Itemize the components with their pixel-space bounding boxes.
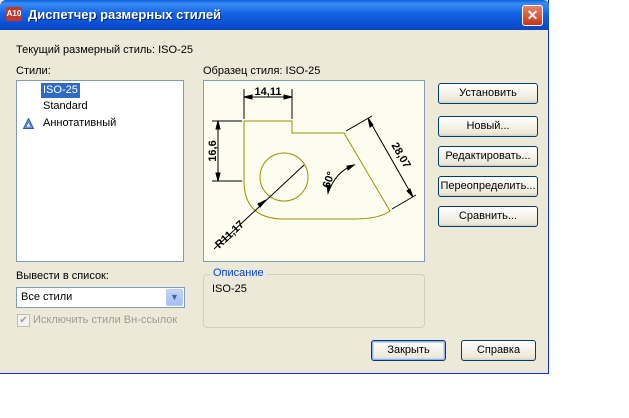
current-style-label: Текущий размерный стиль: ISO-25 <box>16 44 193 56</box>
style-item-label: Standard <box>43 100 88 112</box>
autocad-app-icon: A10 <box>6 7 22 21</box>
style-item-annotative[interactable]: Аннотативный <box>17 116 183 131</box>
close-button[interactable]: Закрыть <box>371 340 446 361</box>
part-hole <box>259 152 309 202</box>
style-item-label: Аннотативный <box>43 117 117 129</box>
dim-right-text: 28,07 <box>389 141 413 171</box>
override-button[interactable]: Переопределить... <box>438 176 538 197</box>
modify-button[interactable]: Редактировать... <box>438 146 538 167</box>
description-text: ISO-25 <box>212 283 247 295</box>
dim-radius-text: R11,17 <box>213 219 247 252</box>
exclude-xref-checkbox[interactable]: ✔ <box>17 314 30 327</box>
part-outline <box>243 120 391 220</box>
annotative-icon <box>23 118 34 129</box>
set-current-button[interactable]: Установить <box>438 83 538 104</box>
style-item-iso25[interactable]: ISO-25 <box>17 83 183 98</box>
style-item-standard[interactable]: Standard <box>17 99 183 114</box>
styles-listbox[interactable]: ISO-25 Standard Аннотативный <box>16 80 184 262</box>
help-button[interactable]: Справка <box>461 340 536 361</box>
new-button[interactable]: Новый... <box>438 116 538 137</box>
style-item-label: ISO-25 <box>41 83 80 98</box>
style-preview: 14,11 16,6 28,07 60° R11,17 <box>203 80 425 262</box>
preview-label: Образец стиля: ISO-25 <box>203 65 321 77</box>
close-icon[interactable]: ✕ <box>522 5 543 26</box>
chevron-down-icon[interactable]: ▼ <box>166 289 183 306</box>
list-filter-label: Вывести в список: <box>16 270 109 282</box>
list-filter-value: Все стили <box>21 291 73 303</box>
title-bar[interactable]: A10 Диспетчер размерных стилей ✕ <box>0 0 549 30</box>
exclude-xref-label: Исключить стили Вн-ссылок <box>33 314 178 326</box>
window-title: Диспетчер размерных стилей <box>28 7 222 22</box>
dim-left-text: 16,6 <box>207 140 219 161</box>
description-title: Описание <box>210 267 267 279</box>
compare-button[interactable]: Сравнить... <box>438 206 538 227</box>
dim-angle-text: 60° <box>321 170 338 190</box>
preview-drawing: 14,11 16,6 28,07 60° R11,17 <box>207 86 417 252</box>
list-filter-select[interactable]: Все стили ▼ <box>16 287 185 308</box>
dim-top-text: 14,11 <box>255 86 282 98</box>
dimension-style-manager-dialog: A10 Диспетчер размерных стилей ✕ Текущий… <box>0 0 549 374</box>
styles-label: Стили: <box>16 65 51 77</box>
